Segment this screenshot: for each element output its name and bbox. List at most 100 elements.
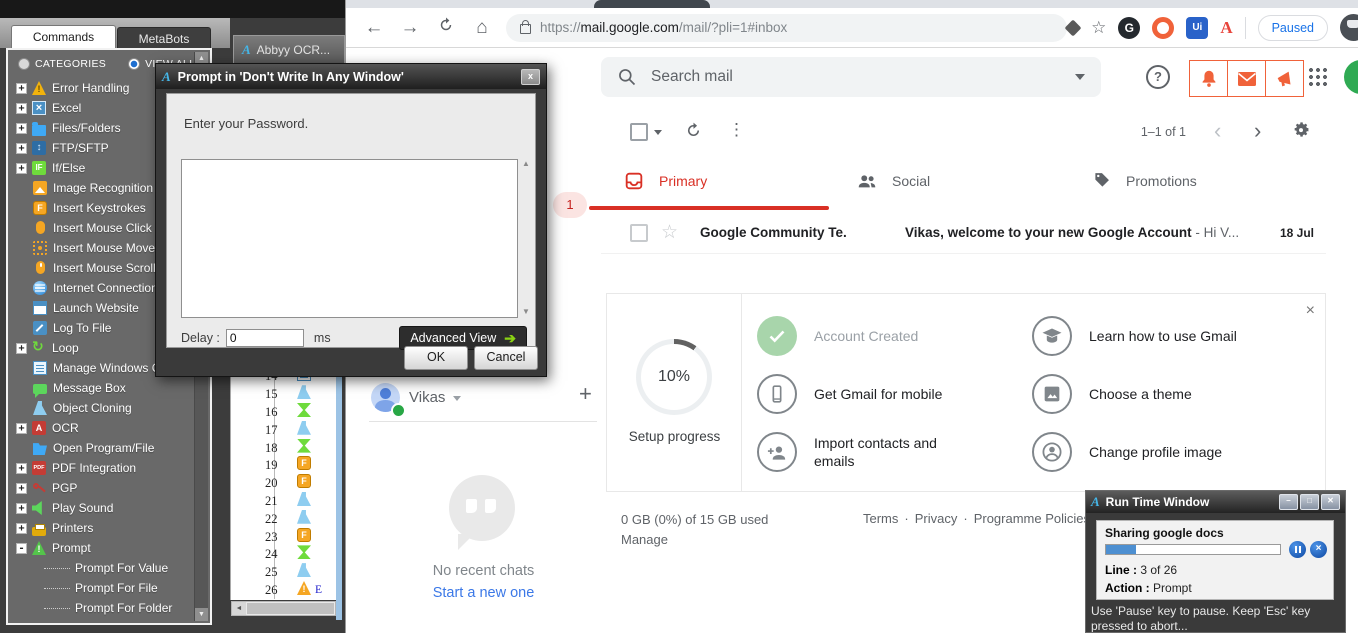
workflow-line[interactable]: 16 (231, 403, 337, 422)
help-icon[interactable]: ? (1146, 65, 1170, 89)
extension-diamond-icon[interactable] (1064, 19, 1082, 36)
email-row[interactable]: ☆ Google Community Te. Vikas, welcome to… (601, 212, 1326, 254)
forward-icon[interactable]: → (398, 17, 422, 39)
footer-link[interactable]: Terms (863, 511, 898, 526)
password-input-area[interactable] (181, 159, 518, 318)
tree-item[interactable]: + OCR (8, 418, 210, 438)
workflow-line[interactable]: 17 (231, 420, 337, 440)
close-icon[interactable]: × (1306, 302, 1315, 320)
newer-page-icon[interactable]: ‹ (1214, 118, 1221, 144)
address-bar[interactable]: https://mail.google.com/mail/?pli=1#inbo… (506, 13, 1068, 42)
setup-item[interactable]: Import contacts and emails (757, 423, 1032, 481)
google-apps-grid-icon[interactable] (1309, 68, 1327, 86)
extension-g-icon[interactable]: G (1118, 16, 1141, 39)
workflow-line[interactable]: 22 (231, 509, 337, 529)
setup-item[interactable]: Choose a theme (1032, 365, 1307, 423)
workflow-line[interactable]: 21 (231, 491, 337, 511)
extension-automation-icon[interactable]: A (1220, 17, 1232, 39)
tree-item[interactable]: + PDF Integration (8, 458, 210, 478)
tree-item[interactable]: + Printers (8, 518, 210, 538)
footer-link[interactable]: Programme Policies (957, 511, 1090, 526)
expand-toggle-icon[interactable]: - (16, 542, 27, 554)
expand-toggle-icon[interactable]: + (16, 162, 27, 174)
search-options-caret-icon[interactable] (1075, 74, 1085, 80)
setup-item[interactable]: Account Created (757, 307, 1032, 365)
browser-profile-avatar[interactable] (1340, 14, 1358, 41)
envelope-icon[interactable] (1228, 60, 1266, 97)
select-all-checkbox[interactable] (630, 123, 648, 141)
setup-item[interactable]: Change profile image (1032, 423, 1307, 481)
tree-item[interactable]: Prompt For Value (8, 558, 210, 578)
workflow-line[interactable]: 26 E (231, 580, 337, 600)
expand-toggle-icon[interactable]: + (16, 422, 27, 434)
expand-toggle-icon[interactable]: + (16, 482, 27, 494)
cancel-button[interactable]: Cancel (474, 346, 538, 370)
workflow-line[interactable]: 25 (231, 563, 337, 582)
email-checkbox[interactable] (630, 223, 648, 242)
star-icon[interactable]: ☆ (661, 221, 678, 244)
runtime-titlebar[interactable]: A Run Time Window – □ ✕ (1086, 491, 1345, 513)
tree-item[interactable]: Message Box (8, 378, 210, 398)
workflow-line[interactable]: 19 (231, 456, 337, 475)
workflow-line[interactable]: 23 (231, 527, 337, 546)
bookmark-star-icon[interactable]: ☆ (1091, 18, 1106, 38)
tree-item[interactable]: + Play Sound (8, 498, 210, 518)
scroll-down-icon[interactable]: ▼ (195, 608, 208, 621)
tree-item[interactable]: Object Cloning (8, 398, 210, 418)
workflow-line[interactable]: 24 (231, 545, 337, 564)
back-icon[interactable]: ← (362, 17, 386, 39)
expand-toggle-icon[interactable]: + (16, 462, 27, 474)
workflow-line[interactable]: 20 (231, 474, 337, 493)
textarea-scrollbar[interactable]: ▲ ▼ (519, 159, 533, 316)
reload-icon[interactable] (434, 16, 458, 40)
scroll-left-icon[interactable]: ◄ (232, 602, 246, 615)
tree-item[interactable]: Prompt For File (8, 578, 210, 598)
refresh-icon[interactable] (684, 121, 703, 145)
bell-icon[interactable] (1189, 60, 1228, 97)
account-avatar[interactable] (1344, 60, 1358, 94)
expand-toggle-icon[interactable]: + (16, 122, 27, 134)
expand-toggle-icon[interactable]: + (16, 342, 27, 354)
tab-social[interactable]: Social (856, 170, 930, 192)
close-icon[interactable]: ✕ (1321, 494, 1340, 510)
start-new-chat-link[interactable]: Start a new one (361, 585, 606, 601)
radio-categories[interactable]: CATEGORIES (18, 58, 106, 70)
tab-promotions[interactable]: Promotions (1091, 170, 1197, 191)
more-options-icon[interactable]: ⋮ (728, 120, 745, 140)
hangouts-user-name[interactable]: Vikas (409, 389, 445, 406)
select-caret-icon[interactable] (654, 130, 662, 135)
hangouts-caret-icon[interactable] (453, 396, 461, 401)
tree-item[interactable]: Prompt For Folder (8, 598, 210, 618)
workflow-line[interactable]: 18 (231, 438, 337, 457)
manage-storage-link[interactable]: Manage (621, 530, 768, 550)
settings-gear-icon[interactable] (1291, 120, 1311, 145)
setup-item[interactable]: Learn how to use Gmail (1032, 307, 1307, 365)
close-icon[interactable]: x (521, 68, 540, 85)
horizontal-scrollbar[interactable]: ◄ (231, 601, 336, 616)
extension-orange-icon[interactable] (1152, 16, 1175, 39)
browser-tab[interactable] (594, 0, 710, 8)
tree-item[interactable]: Open Program/File (8, 438, 210, 458)
tree-item[interactable]: + PGP (8, 478, 210, 498)
expand-toggle-icon[interactable]: + (16, 522, 27, 534)
expand-toggle-icon[interactable]: + (16, 502, 27, 514)
expand-toggle-icon[interactable]: + (16, 82, 27, 94)
url-text[interactable]: https://mail.google.com/mail/?pli=1#inbo… (540, 20, 787, 35)
stop-button[interactable]: × (1310, 541, 1327, 558)
dialog-titlebar[interactable]: A Prompt in 'Don't Write In Any Window' … (156, 64, 546, 89)
maximize-icon[interactable]: □ (1300, 494, 1319, 510)
taskbar-tab-abbyy-ocr[interactable]: A Abbyy OCR... (233, 35, 345, 63)
extension-uipath-icon[interactable]: Ui (1186, 16, 1209, 39)
tab-commands[interactable]: Commands (11, 25, 116, 49)
paused-badge[interactable]: Paused (1257, 14, 1328, 41)
new-chat-button[interactable]: + (579, 381, 592, 407)
pause-button[interactable] (1289, 541, 1306, 558)
home-icon[interactable]: ⌂ (470, 17, 494, 39)
ok-button[interactable]: OK (404, 346, 468, 370)
hscroll-thumb[interactable] (247, 603, 334, 614)
lock-icon[interactable] (520, 20, 531, 34)
delay-input[interactable]: 0 (225, 329, 304, 347)
footer-link[interactable]: Privacy (898, 511, 958, 526)
setup-item[interactable]: Get Gmail for mobile (757, 365, 1032, 423)
expand-toggle-icon[interactable]: + (16, 142, 27, 154)
